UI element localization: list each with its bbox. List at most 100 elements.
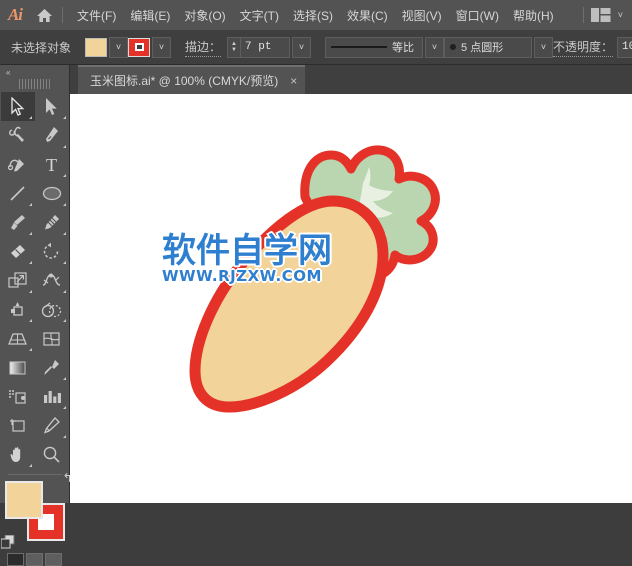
workspace-chevron-down-icon[interactable]: ˅	[615, 10, 626, 20]
menu-window[interactable]: 窗口(W)	[449, 3, 506, 28]
tool-flyout-corner-icon	[28, 261, 32, 264]
menu-bar: Ai 文件(F) 编辑(E) 对象(O) 文字(T) 选择(S) 效果(C) 视…	[0, 0, 632, 30]
menu-edit[interactable]: 编辑(E)	[123, 3, 177, 28]
tool-flyout-corner-icon	[62, 174, 66, 177]
width-tool[interactable]	[35, 266, 69, 295]
brush-chevron-down-icon[interactable]: ˅	[534, 36, 554, 58]
tool-flyout-corner-icon	[28, 116, 32, 119]
rotate-tool[interactable]	[35, 237, 69, 266]
workspace-switcher-icon[interactable]	[590, 8, 611, 22]
free-transform-tool[interactable]	[1, 295, 35, 324]
perspective-grid-tool[interactable]	[1, 324, 35, 353]
shaper-pencil-tool[interactable]	[35, 208, 69, 237]
tool-flyout-corner-icon	[28, 348, 32, 351]
eraser-tool[interactable]	[1, 237, 35, 266]
scale-tool[interactable]	[1, 266, 35, 295]
brush-definition-label: 5 点圆形	[461, 42, 504, 54]
menubar-right-divider	[582, 7, 584, 23]
document-tab[interactable]: 玉米图标.ai* @ 100% (CMYK/预览) ×	[78, 65, 306, 94]
toolbar-fill-swatch[interactable]	[4, 481, 43, 519]
home-icon[interactable]	[30, 0, 58, 30]
stroke-profile-combo[interactable]: 等比	[325, 36, 424, 58]
tool-flyout-corner-icon	[62, 377, 66, 380]
stroke-profile-label: 等比	[392, 42, 415, 54]
menu-view[interactable]: 视图(V)	[395, 3, 449, 28]
slice-tool[interactable]	[35, 411, 69, 440]
line-segment-tool[interactable]	[1, 179, 35, 208]
stroke-profile-preview-icon	[331, 46, 388, 48]
ellipse-tool[interactable]	[35, 179, 69, 208]
fill-color-swatch[interactable]	[85, 37, 108, 57]
stroke-profile-chevron-down-icon[interactable]: ˅	[425, 36, 445, 58]
gradient-tool[interactable]	[1, 353, 35, 382]
stepper-down-icon[interactable]: ▼	[231, 47, 237, 53]
tool-flyout-corner-icon	[28, 319, 32, 322]
default-fill-stroke-icon[interactable]	[0, 534, 15, 549]
stroke-color-group: ˅	[128, 36, 172, 58]
brush-definition-combo[interactable]: 5 点圆形	[444, 36, 533, 58]
selection-tool[interactable]	[0, 92, 35, 121]
column-graph-tool[interactable]	[35, 382, 69, 411]
menu-file[interactable]: 文件(F)	[70, 3, 123, 28]
blend-tool[interactable]	[1, 382, 35, 411]
stroke-weight-group: ▲ ▼ 7 pt ˅	[227, 36, 312, 58]
stroke-weight-input[interactable]: 7 pt	[240, 36, 291, 58]
watermark: 软件自学网 WWW.RJZXW.COM	[161, 231, 334, 285]
menu-select[interactable]: 选择(S)	[286, 3, 340, 28]
direct-selection-tool[interactable]	[35, 92, 69, 121]
control-bar: 未选择对象 ˅ ˅ 描边： ▲ ▼ 7 pt ˅ 等比 ˅ 5 点圆形 ˅ 不透…	[0, 30, 632, 65]
hand-tool[interactable]	[1, 440, 35, 469]
type-tool[interactable]: T	[35, 150, 69, 179]
tool-flyout-corner-icon	[62, 232, 66, 235]
pen-tool[interactable]	[35, 121, 69, 150]
watermark-sub-text: WWW.RJZXW.COM	[162, 267, 322, 285]
menubar-right-group: ˅	[579, 7, 632, 23]
close-icon[interactable]: ×	[290, 75, 297, 87]
paintbrush-tool[interactable]	[1, 208, 35, 237]
tool-flyout-corner-icon	[62, 116, 66, 119]
brush-preview-icon	[450, 44, 457, 50]
canvas[interactable]: 软件自学网 WWW.RJZXW.COM	[70, 94, 632, 503]
stroke-weight-chevron-down-icon[interactable]: ˅	[292, 36, 312, 58]
tools-panel-grip[interactable]	[18, 79, 51, 89]
stroke-chevron-down-icon[interactable]: ˅	[152, 36, 172, 58]
menu-divider	[62, 7, 63, 23]
selection-status-label: 未选择对象	[11, 40, 72, 55]
zoom-tool[interactable]	[35, 440, 69, 469]
color-mode-none[interactable]	[45, 553, 62, 566]
tools-panel-collapse-icon[interactable]: «	[0, 65, 69, 79]
magic-wand-tool[interactable]	[1, 121, 35, 150]
curvature-tool[interactable]	[1, 150, 35, 179]
opacity-input[interactable]: 10	[617, 36, 632, 58]
tool-flyout-corner-icon	[62, 435, 66, 438]
menu-help[interactable]: 帮助(H)	[506, 3, 561, 28]
menu-object[interactable]: 对象(O)	[177, 3, 232, 28]
stroke-swatch-inner	[134, 43, 144, 51]
shape-builder-tool[interactable]	[35, 295, 69, 324]
app-logo-label: Ai	[7, 5, 23, 24]
tools-panel-divider	[7, 474, 62, 475]
tool-flyout-corner-icon	[62, 406, 66, 409]
tool-flyout-corner-icon	[62, 261, 66, 264]
color-mode-gradient[interactable]	[26, 553, 43, 566]
illustrator-window: Ai 文件(F) 编辑(E) 对象(O) 文字(T) 选择(S) 效果(C) 视…	[0, 0, 632, 566]
artboard-tool[interactable]	[1, 411, 35, 440]
tool-flyout-corner-icon	[28, 232, 32, 235]
watermark-main-text: 软件自学网	[161, 231, 334, 271]
fill-chevron-down-icon[interactable]: ˅	[109, 36, 129, 58]
menu-type[interactable]: 文字(T)	[233, 3, 286, 28]
menu-item-list: 文件(F) 编辑(E) 对象(O) 文字(T) 选择(S) 效果(C) 视图(V…	[70, 3, 561, 28]
stroke-weight-label[interactable]: 描边：	[185, 38, 222, 57]
tool-flyout-corner-icon	[62, 203, 66, 206]
tool-flyout-corner-icon	[62, 290, 66, 293]
stroke-color-swatch[interactable]	[128, 37, 151, 57]
stroke-weight-stepper[interactable]: ▲ ▼	[227, 36, 241, 58]
color-mode-color[interactable]	[7, 553, 24, 566]
tool-flyout-corner-icon	[28, 203, 32, 206]
eyedropper-tool[interactable]	[35, 353, 69, 382]
mesh-tool[interactable]	[35, 324, 69, 353]
color-mode-strip	[0, 553, 69, 566]
opacity-label[interactable]: 不透明度：	[553, 38, 614, 57]
document-tab-title: 玉米图标.ai* @ 100% (CMYK/预览)	[90, 74, 279, 88]
menu-effect[interactable]: 效果(C)	[340, 3, 395, 28]
